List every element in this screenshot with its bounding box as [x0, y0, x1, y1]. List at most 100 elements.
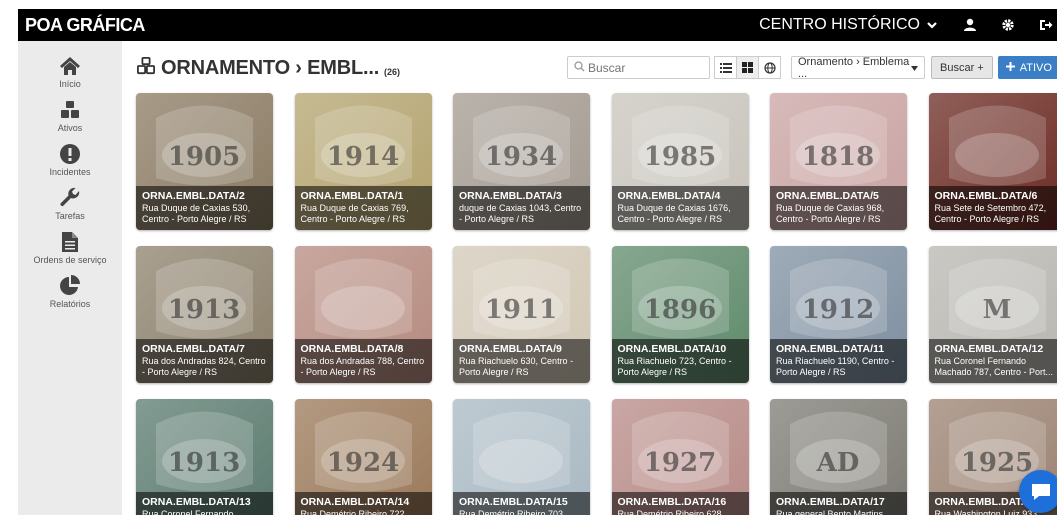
gear-icon[interactable]: [1000, 17, 1016, 33]
emblem-inscription: 1818: [802, 142, 874, 172]
search-button[interactable]: Buscar +: [931, 56, 993, 79]
plus-icon: [1005, 61, 1015, 74]
grid-icon: [742, 62, 753, 73]
asset-address: Rua Riachuelo 723, Centro - Porto Alegre…: [617, 356, 732, 377]
sidebar-item-label: Tarefas: [55, 211, 85, 221]
user-icon[interactable]: [962, 17, 978, 33]
cubes-icon: [136, 57, 156, 80]
asset-card[interactable]: 1985 ORNA.EMBL.DATA/4 Rua Duque de Caxia…: [611, 93, 749, 230]
asset-id: ORNA.EMBL.DATA/13: [142, 496, 251, 508]
asset-caption: ORNA.EMBL.DATA/2 Rua Duque de Caxias 530…: [136, 186, 273, 230]
emblem-inscription: 1914: [326, 142, 398, 172]
asset-card[interactable]: 1927 ORNA.EMBL.DATA/16 Rua Demétrio Ribe…: [611, 399, 749, 515]
asset-caption: ORNA.EMBL.DATA/12 Rua Coronel Fernando M…: [928, 339, 1057, 383]
sidebar-item-label: Ordens de serviço: [33, 255, 107, 265]
asset-id: ORNA.EMBL.DATA/3: [459, 190, 562, 202]
asset-card[interactable]: 1934 ORNA.EMBL.DATA/3 duque de Caxias 10…: [453, 93, 590, 230]
asset-card[interactable]: ORNA.EMBL.DATA/15 Rua Demétrio Ribeiro 7…: [453, 399, 590, 515]
asset-id: ORNA.EMBL.DATA/1: [300, 190, 404, 202]
emblem-inscription: 1985: [643, 142, 715, 172]
add-asset-button[interactable]: ATIVO: [997, 56, 1057, 79]
asset-card[interactable]: 1818 ORNA.EMBL.DATA/5 Rua Duque de Caxia…: [770, 93, 907, 230]
asset-address: Rua Duque de Caxias 530, Centro - Porto …: [142, 203, 251, 224]
emblem-inscription: 1925: [960, 448, 1032, 478]
asset-id: ORNA.EMBL.DATA/10: [617, 343, 727, 355]
asset-address: duque de Caxias 1043, Centro - Porto Ale…: [459, 203, 582, 224]
asset-address: Rua dos Andradas 824, Centro - Porto Ale…: [142, 356, 266, 377]
home-icon: [57, 53, 83, 79]
sidebar-item-label: Relatórios: [49, 299, 91, 309]
category-select[interactable]: Ornamento › Emblema ...: [791, 55, 925, 80]
emblem-inscription: 1924: [326, 448, 398, 478]
asset-caption: ORNA.EMBL.DATA/1 Rua Duque de Caxias 769…: [294, 186, 432, 230]
asset-address: Rua Duque de Caxias 968, Centro - Porto …: [776, 203, 885, 224]
asset-address: Rua Riachuelo 1190, Centro - Porto Alegr…: [776, 356, 895, 377]
globe-icon: [763, 61, 776, 74]
asset-card[interactable]: AD ORNA.EMBL.DATA/17 Rua general Bento M…: [770, 399, 907, 515]
asset-card[interactable]: 1896 ORNA.EMBL.DATA/10 Rua Riachuelo 723…: [611, 246, 749, 383]
asset-id: ORNA.EMBL.DATA/2: [142, 190, 245, 202]
sidebar-item-tarefas[interactable]: Tarefas: [18, 185, 122, 221]
grid-view-button[interactable]: [736, 56, 759, 79]
asset-address: Rua Demétrio Ribeiro 722: [300, 509, 405, 515]
category-select-value: Ornamento › Emblema ...: [798, 55, 910, 80]
brand-logo[interactable]: POA GRÁFICA: [18, 15, 145, 36]
asset-card[interactable]: ORNA.EMBL.DATA/6 Rua Sete de Setembro 47…: [928, 93, 1057, 230]
sidebar-item-inicio[interactable]: Início: [18, 53, 122, 89]
chat-button[interactable]: [1019, 470, 1057, 513]
sidebar: Início Ativos Incidentes Tarefas Ordens …: [18, 41, 122, 515]
asset-card[interactable]: 1911 ORNA.EMBL.DATA/9 Rua Riachuelo 630,…: [453, 246, 590, 383]
asset-address: Rua Demétrio Ribeiro 703: [459, 509, 564, 515]
sidebar-item-incidentes[interactable]: Incidentes: [18, 141, 122, 177]
asset-card[interactable]: 1905 ORNA.EMBL.DATA/2 Rua Duque de Caxia…: [136, 93, 273, 230]
main-content: ORNAMENTO › EMBL... (26) Ornamento › Emb…: [122, 41, 1057, 515]
sign-out-icon[interactable]: [1038, 17, 1054, 33]
chevron-down-icon: [924, 17, 940, 33]
asset-id: ORNA.EMBL.DATA/11: [776, 343, 885, 355]
asset-address: Rua general Bento Martins: [776, 509, 884, 515]
asset-address: Rua Sete de Setembro 472, Centro - Porto…: [934, 203, 1047, 224]
asset-address: Rua dos Andradas 788, Centro - Porto Ale…: [300, 356, 425, 377]
asset-card[interactable]: 1912 ORNA.EMBL.DATA/11 Rua Riachuelo 119…: [770, 246, 907, 383]
asset-caption: ORNA.EMBL.DATA/6 Rua Sete de Setembro 47…: [928, 186, 1057, 230]
asset-card[interactable]: M ORNA.EMBL.DATA/12 Rua Coronel Fernando…: [928, 246, 1057, 383]
asset-card[interactable]: 1914 ORNA.EMBL.DATA/1 Rua Duque de Caxia…: [294, 93, 432, 230]
asset-id: ORNA.EMBL.DATA/7: [142, 343, 245, 355]
asset-card[interactable]: 1913 ORNA.EMBL.DATA/7 Rua dos Andradas 8…: [136, 246, 273, 383]
top-actions: CENTRO HISTÓRICO: [759, 16, 1057, 34]
asset-card[interactable]: ORNA.EMBL.DATA/8 Rua dos Andradas 788, C…: [294, 246, 432, 383]
asset-id: ORNA.EMBL.DATA/9: [459, 343, 562, 355]
district-dropdown[interactable]: CENTRO HISTÓRICO: [759, 16, 940, 34]
asset-caption: ORNA.EMBL.DATA/4 Rua Duque de Caxias 167…: [611, 186, 749, 230]
sidebar-item-ordens[interactable]: Ordens de serviço: [18, 229, 122, 265]
emblem-inscription: 1927: [643, 448, 715, 478]
chat-icon: [1031, 483, 1050, 500]
asset-address: Rua Coronel Fernando: [142, 509, 234, 515]
asset-caption: ORNA.EMBL.DATA/9 Rua Riachuelo 630, Cent…: [453, 339, 590, 383]
asset-caption: ORNA.EMBL.DATA/8 Rua dos Andradas 788, C…: [294, 339, 432, 383]
emblem-inscription: 1934: [485, 142, 557, 172]
district-label: CENTRO HISTÓRICO: [759, 16, 920, 33]
emblem-inscription: 1911: [485, 295, 557, 325]
asset-address: Rua Riachuelo 630, Centro - Porto Alegre…: [459, 356, 574, 377]
emblem-inscription: 1913: [168, 448, 240, 478]
sidebar-item-label: Ativos: [57, 123, 83, 133]
emblem-inscription: M: [982, 295, 1011, 325]
search-box[interactable]: [567, 56, 710, 79]
page-title: ORNAMENTO › EMBL...: [161, 57, 380, 79]
asset-card[interactable]: 1924 ORNA.EMBL.DATA/14 Rua Demétrio Ribe…: [294, 399, 432, 515]
asset-card[interactable]: 1913 ORNA.EMBL.DATA/13 Rua Coronel Ferna…: [136, 399, 273, 515]
sidebar-item-relatorios[interactable]: Relatórios: [18, 273, 122, 309]
sidebar-item-ativos[interactable]: Ativos: [18, 97, 122, 133]
asset-id: ORNA.EMBL.DATA/16: [617, 496, 727, 508]
map-view-button[interactable]: [758, 56, 781, 79]
search-input[interactable]: [588, 60, 698, 75]
cubes-icon: [57, 97, 83, 123]
asset-id: ORNA.EMBL.DATA/17: [776, 496, 885, 508]
result-count: (26): [384, 66, 401, 77]
wrench-icon: [57, 185, 83, 211]
asset-id: ORNA.EMBL.DATA/5: [776, 190, 879, 202]
asset-id: ORNA.EMBL.DATA/14: [300, 496, 410, 508]
list-view-button[interactable]: [714, 56, 737, 79]
asset-caption: ORNA.EMBL.DATA/17 Rua general Bento Mart…: [770, 492, 907, 515]
